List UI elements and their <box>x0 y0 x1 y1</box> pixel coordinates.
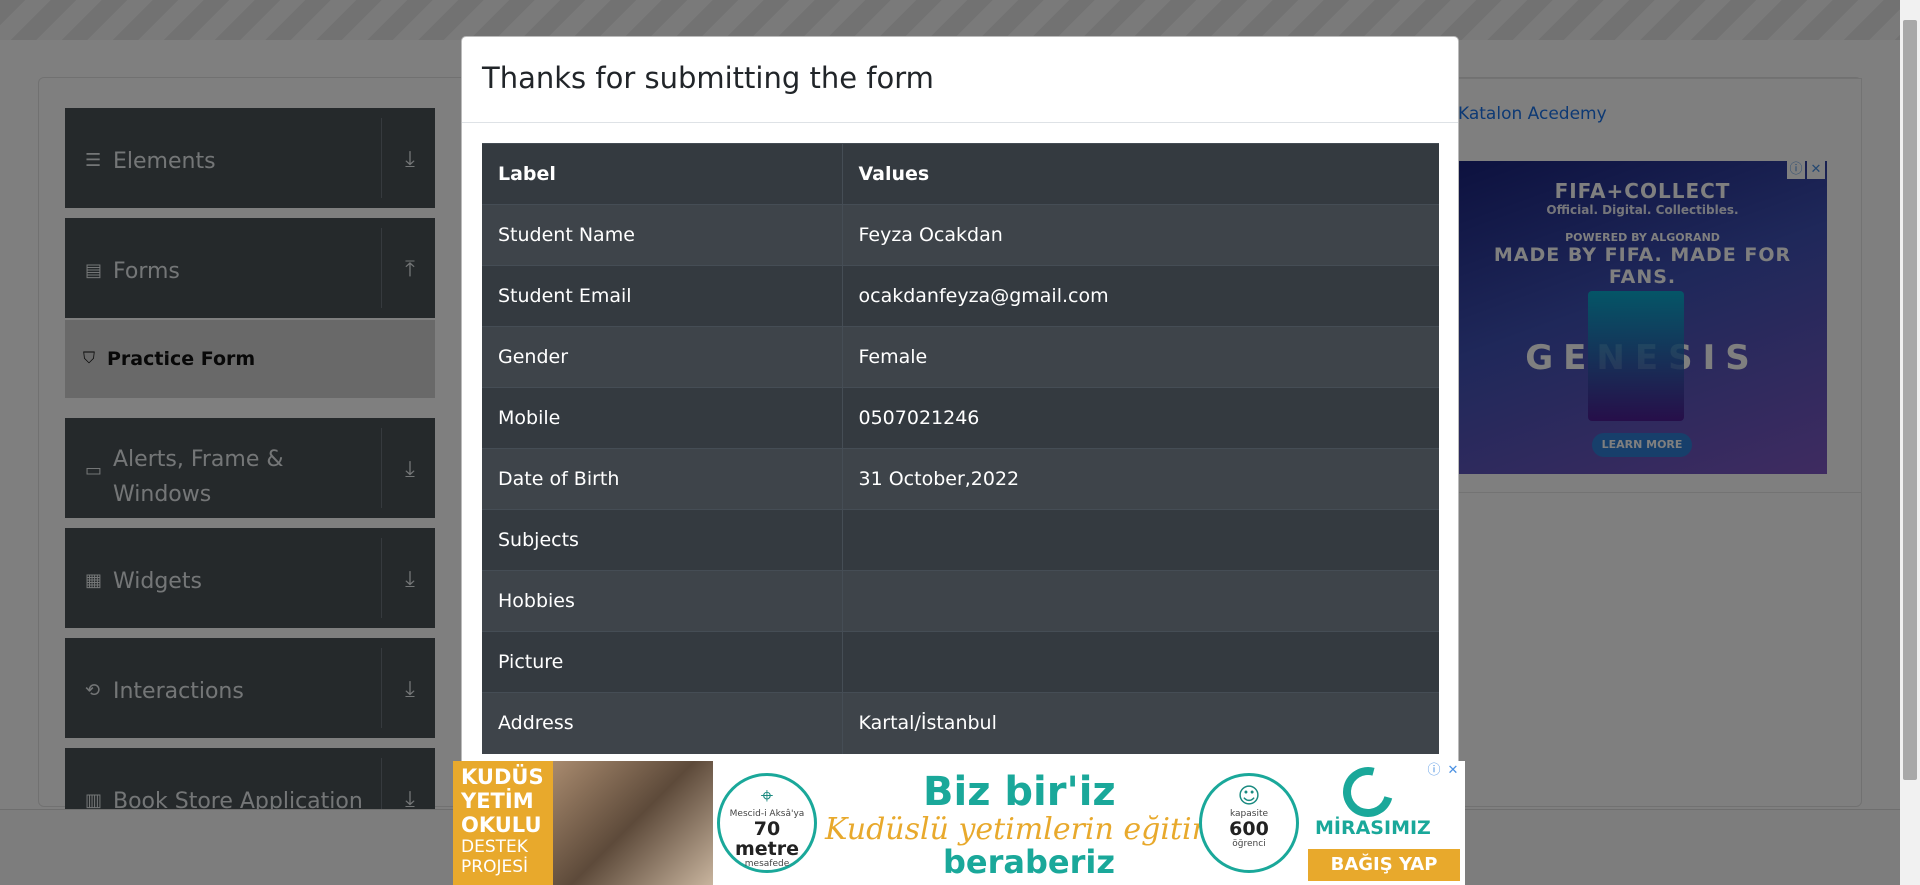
row-label: Student Email <box>482 265 843 327</box>
row-label: Student Name <box>482 204 843 266</box>
row-value: 0507021246 <box>842 387 1439 449</box>
row-value: 31 October,2022 <box>842 448 1439 510</box>
table-row: Gender Female <box>482 326 1439 388</box>
ad-tail: beraberiz <box>943 843 1115 881</box>
table-row: Subjects <box>482 509 1439 571</box>
row-label: Mobile <box>482 387 843 449</box>
ad-text: DESTEK <box>461 837 528 857</box>
ad-text: 70 metre <box>734 818 800 860</box>
close-icon[interactable]: ✕ <box>1444 762 1462 780</box>
ad-text: mesafede <box>744 859 790 869</box>
results-table: Label Values Student Name Feyza Ocakdan … <box>482 143 1439 754</box>
ad-photo <box>553 761 713 885</box>
table-row: Hobbies <box>482 570 1439 632</box>
row-label: Gender <box>482 326 843 388</box>
row-label: Address <box>482 692 843 754</box>
modal-header: Thanks for submitting the form <box>462 37 1458 123</box>
row-label: Subjects <box>482 509 843 571</box>
table-header-row: Label Values <box>482 143 1439 205</box>
submission-modal: Thanks for submitting the form Label Val… <box>461 36 1459 885</box>
column-header: Label <box>482 143 843 205</box>
ad-text: PROJESİ <box>461 857 529 877</box>
column-header: Values <box>842 143 1439 205</box>
crescent-logo-icon <box>1333 757 1403 827</box>
donate-button[interactable]: BAĞIŞ YAP <box>1308 849 1460 881</box>
table-row: Mobile 0507021246 <box>482 387 1439 449</box>
ad-text: YETİM <box>461 789 534 813</box>
ad-headline: Biz bir'iz <box>923 769 1116 815</box>
modal-title: Thanks for submitting the form <box>482 61 934 95</box>
student-icon: ☺ <box>1237 784 1261 809</box>
ad-brand: MİRASIMIZ <box>1315 817 1431 839</box>
table-row: Picture <box>482 631 1439 693</box>
row-label: Hobbies <box>482 570 843 632</box>
table-row: Date of Birth 31 October,2022 <box>482 448 1439 510</box>
ad-text: OKULU <box>461 813 542 837</box>
ad-distance-badge: ⌖ Mescid-i Aksâ'ya 70 metre mesafede <box>717 773 817 873</box>
row-value: Female <box>842 326 1439 388</box>
row-value: Feyza Ocakdan <box>842 204 1439 266</box>
ad-text: öğrenci <box>1232 839 1266 849</box>
row-label: Date of Birth <box>482 448 843 510</box>
table-row: Student Name Feyza Ocakdan <box>482 204 1439 266</box>
info-icon[interactable]: ⓘ <box>1425 762 1443 780</box>
ad-text: 600 <box>1229 818 1269 840</box>
ad-text: KUDÜS <box>461 765 544 789</box>
bottom-ad-banner[interactable]: KUDÜS YETİM OKULU DESTEK PROJESİ ⌖ Mesci… <box>453 757 1465 885</box>
scrollbar-thumb[interactable] <box>1903 20 1917 780</box>
row-value: Kartal/İstanbul <box>842 692 1439 754</box>
table-row: Address Kartal/İstanbul <box>482 692 1439 754</box>
ad-school-label: KUDÜS YETİM OKULU DESTEK PROJESİ <box>453 761 553 885</box>
table-row: Student Email ocakdanfeyza@gmail.com <box>482 265 1439 327</box>
location-pin-icon: ⌖ <box>760 784 774 809</box>
row-label: Picture <box>482 631 843 693</box>
row-value <box>842 570 1439 632</box>
row-value <box>842 509 1439 571</box>
ad-capacity-badge: ☺ kapasite 600 öğrenci <box>1199 773 1299 873</box>
row-value <box>842 631 1439 693</box>
row-value: ocakdanfeyza@gmail.com <box>842 265 1439 327</box>
